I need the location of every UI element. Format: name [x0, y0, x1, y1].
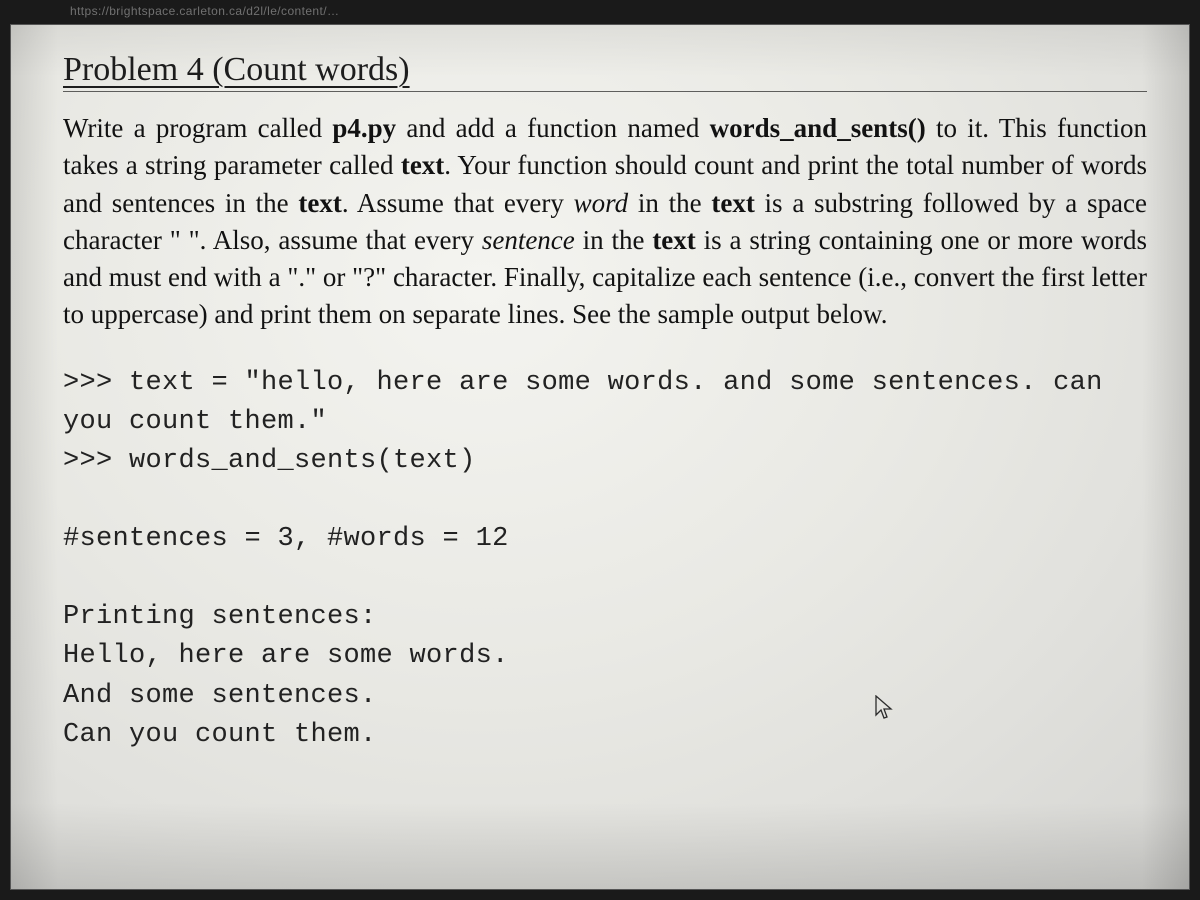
desc-seg: in the [575, 225, 653, 255]
problem-heading: Problem 4 (Count words) [63, 51, 1147, 92]
problem-description: Write a program called p4.py and add a f… [63, 110, 1147, 334]
code-output-line: Can you count them. [63, 720, 377, 750]
document-page: Problem 4 (Count words) Write a program … [10, 24, 1190, 890]
code-output-header: Printing sentences: [63, 602, 377, 632]
desc-seg: in the [628, 188, 711, 218]
code-output-line: Hello, here are some words. [63, 641, 509, 671]
param-text: text [298, 188, 341, 218]
sample-code-block: >>> text = "hello, here are some words. … [63, 364, 1147, 755]
code-line: >>> words_and_sents(text) [63, 446, 476, 476]
code-output-line: And some sentences. [63, 681, 377, 711]
desc-seg: Write a program called [63, 113, 332, 143]
desc-seg: and add a function named [396, 113, 710, 143]
filename: p4.py [332, 113, 396, 143]
code-line: you count them." [63, 407, 327, 437]
code-counts-line: #sentences = 3, #words = 12 [63, 524, 509, 554]
function-name: words_and_sents() [710, 113, 926, 143]
param-text: text [401, 150, 444, 180]
viewport: https://brightspace.carleton.ca/d2l/le/c… [0, 0, 1200, 900]
code-line: >>> text = "hello, here are some words. … [63, 368, 1103, 398]
term-word: word [574, 188, 629, 218]
term-sentence: sentence [482, 225, 575, 255]
param-text: text [711, 188, 754, 218]
param-text: text [652, 225, 695, 255]
browser-url-hint: https://brightspace.carleton.ca/d2l/le/c… [10, 4, 1190, 24]
desc-seg: . Assume that every [342, 188, 574, 218]
